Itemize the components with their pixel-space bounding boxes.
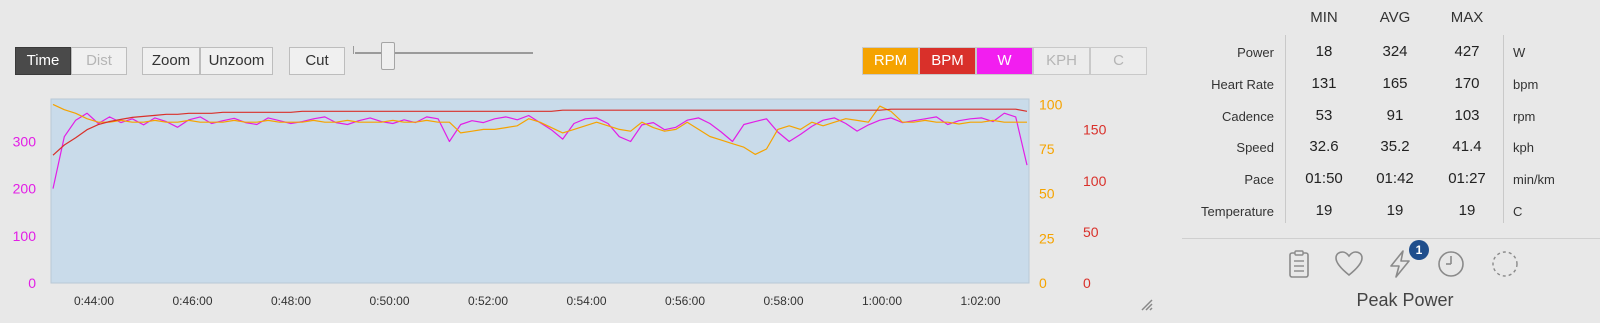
stats-row-unit: W	[1513, 45, 1526, 60]
stats-row-label: Cadence	[1221, 109, 1274, 124]
cadence-tick-label: 25	[1039, 230, 1055, 246]
active-section-label: Peak Power	[1356, 290, 1454, 310]
stats-max-value: 103	[1454, 107, 1480, 124]
stats-row-label: Temperature	[1201, 204, 1274, 219]
stats-max-value: 01:27	[1448, 170, 1486, 187]
stats-max-value: 427	[1454, 43, 1480, 60]
heart-rate-tick-label: 150	[1083, 122, 1107, 138]
stats-max-value: 170	[1454, 75, 1480, 92]
cadence-tick-label: 0	[1039, 275, 1047, 291]
stats-min-value: 01:50	[1305, 170, 1343, 187]
time-tick-label: 0:50:00	[369, 294, 409, 308]
clock-icon[interactable]	[1435, 248, 1467, 280]
cadence-tick-label: 100	[1039, 96, 1063, 112]
cadence-tick-label: 75	[1039, 141, 1055, 157]
stats-max-value: 19	[1458, 202, 1476, 219]
power-tick-label: 200	[13, 181, 37, 197]
stats-divider-right	[1503, 35, 1504, 223]
stats-row-unit: min/km	[1513, 172, 1555, 187]
stats-header-min: MIN	[1310, 9, 1338, 26]
notification-badge: 1	[1409, 240, 1429, 260]
dashed-circle-icon[interactable]	[1489, 248, 1521, 280]
heart-icon[interactable]	[1333, 248, 1365, 280]
stats-row-unit: bpm	[1513, 77, 1539, 92]
stats-min-value: 18	[1315, 43, 1333, 60]
time-tick-label: 0:48:00	[271, 294, 311, 308]
stats-avg-value: 324	[1382, 43, 1408, 60]
chart-plot-area	[50, 98, 1030, 284]
power-tick-label: 100	[13, 228, 37, 244]
cadence-tick-label: 50	[1039, 186, 1055, 202]
stats-min-value: 53	[1315, 107, 1333, 124]
heart-rate-tick-label: 0	[1083, 275, 1091, 291]
stats-min-value: 32.6	[1309, 138, 1339, 155]
heart-rate-tick-label: 50	[1083, 224, 1099, 240]
stats-header-avg: AVG	[1379, 9, 1411, 26]
stats-row-unit: rpm	[1513, 109, 1536, 124]
stats-avg-value: 35.2	[1380, 138, 1410, 155]
time-tick-label: 1:00:00	[862, 294, 902, 308]
stats-avg-value: 19	[1386, 202, 1404, 219]
time-tick-label: 0:52:00	[468, 294, 508, 308]
clipboard-icon[interactable]	[1283, 248, 1315, 280]
stats-header-max: MAX	[1450, 9, 1484, 26]
stats-divider-left	[1285, 35, 1286, 223]
stats-row-label: Pace	[1244, 172, 1274, 187]
stats-max-value: 41.4	[1452, 138, 1482, 155]
power-tick-label: 300	[13, 133, 37, 149]
stats-min-value: 19	[1315, 202, 1333, 219]
stats-avg-value: 165	[1382, 75, 1408, 92]
heart-rate-tick-label: 100	[1083, 173, 1107, 189]
stats-avg-value: 01:42	[1376, 170, 1414, 187]
time-tick-label: 0:44:00	[74, 294, 114, 308]
stats-min-value: 131	[1311, 75, 1337, 92]
resize-grip-icon[interactable]	[1140, 298, 1154, 312]
stats-avg-value: 91	[1386, 107, 1404, 124]
stats-row-unit: C	[1513, 204, 1523, 219]
stats-row-label: Speed	[1236, 140, 1274, 155]
time-tick-label: 1:02:00	[960, 294, 1000, 308]
stats-bottom-divider	[1182, 238, 1600, 239]
time-tick-label: 0:46:00	[172, 294, 212, 308]
activity-chart[interactable]: 0 100 200 300 0 25 50 75 100 0 50 100 150 0:44:00 0:46…	[0, 0, 1150, 323]
stats-row-label: Power	[1237, 45, 1274, 60]
power-tick-label: 0	[28, 275, 36, 291]
time-tick-label: 0:58:00	[763, 294, 803, 308]
stats-row-label: Heart Rate	[1211, 77, 1274, 92]
time-tick-label: 0:56:00	[665, 294, 705, 308]
stats-row-unit: kph	[1513, 140, 1534, 155]
time-tick-label: 0:54:00	[566, 294, 606, 308]
